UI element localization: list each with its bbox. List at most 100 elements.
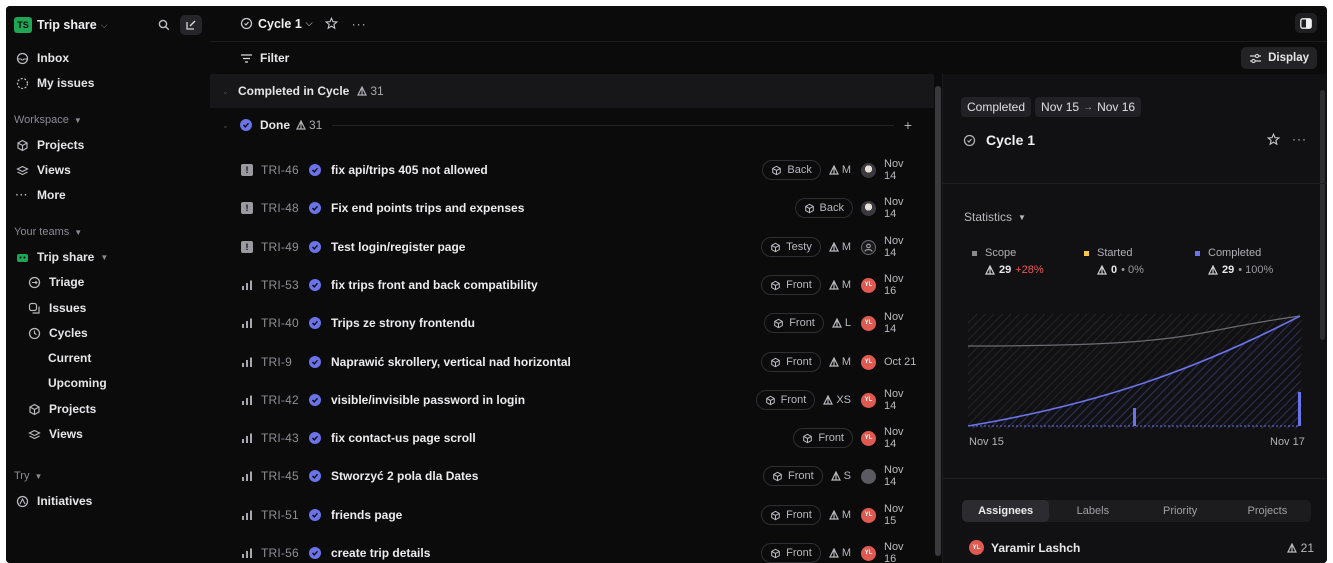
assignee-row[interactable]: YL Yaramir Lashch 21 bbox=[969, 540, 1314, 555]
sidebar-item-more[interactable]: ··· More bbox=[14, 185, 66, 205]
avatar[interactable]: YL bbox=[861, 430, 876, 446]
issue-title[interactable]: Trips ze strony frontendu bbox=[331, 316, 475, 330]
label-pill[interactable]: Front bbox=[762, 466, 823, 486]
sidebar-item-team[interactable]: Trip share ▼ bbox=[14, 247, 108, 267]
avatar[interactable]: YL bbox=[861, 315, 876, 331]
done-status-icon[interactable] bbox=[309, 432, 321, 444]
priority-bars-icon[interactable] bbox=[240, 316, 254, 330]
avatar[interactable]: YL bbox=[861, 507, 876, 523]
label-pill[interactable]: Front bbox=[755, 390, 816, 410]
priority-bars-icon[interactable] bbox=[240, 355, 254, 369]
done-status-icon[interactable] bbox=[309, 356, 321, 368]
avatar[interactable]: YL bbox=[861, 354, 876, 370]
issue-row[interactable]: TRI-43 fix contact-us page scroll Front YL N… bbox=[210, 419, 934, 457]
sidebar-item-inbox[interactable]: Inbox bbox=[14, 48, 69, 68]
issue-row[interactable]: TRI-45 Stworzyć 2 pola dla Dates Front S Nov… bbox=[210, 457, 934, 495]
new-issue-button[interactable] bbox=[180, 15, 202, 35]
star-icon[interactable] bbox=[324, 17, 338, 30]
urgent-priority-icon[interactable]: ! bbox=[240, 163, 254, 177]
done-status-icon[interactable] bbox=[309, 394, 321, 406]
collapse-icon[interactable]: ⌄ bbox=[222, 121, 229, 130]
status-chip[interactable]: Completed bbox=[961, 97, 1032, 117]
estimate[interactable]: M bbox=[828, 279, 851, 291]
sidebar-item-initiatives[interactable]: Initiatives bbox=[14, 491, 92, 511]
priority-bars-icon[interactable] bbox=[240, 393, 254, 407]
issue-title[interactable]: fix trips front and back compatibility bbox=[331, 278, 538, 292]
estimate[interactable]: M bbox=[828, 356, 851, 368]
issue-row[interactable]: ! TRI-49 Test login/register page Testy M Nov… bbox=[210, 228, 934, 266]
tab-priority[interactable]: Priority bbox=[1137, 500, 1224, 522]
avatar[interactable] bbox=[861, 200, 876, 216]
label-pill[interactable]: Front bbox=[761, 352, 821, 372]
priority-bars-icon[interactable] bbox=[240, 508, 254, 522]
sidebar-item-triage[interactable]: Triage bbox=[26, 272, 84, 292]
issue-title[interactable]: fix api/trips 405 not allowed bbox=[331, 163, 488, 177]
try-section-label[interactable]: Try ▼ bbox=[14, 468, 42, 484]
issue-title[interactable]: Test login/register page bbox=[331, 240, 465, 254]
issue-row[interactable]: ! TRI-46 fix api/trips 405 not allowed Back… bbox=[210, 151, 934, 189]
panel-scrollbar[interactable] bbox=[1320, 90, 1325, 340]
sidebar-item-current[interactable]: Current bbox=[48, 348, 91, 368]
status-header-done[interactable]: ⌄ Done 31 + bbox=[210, 108, 934, 142]
estimate[interactable]: L bbox=[831, 317, 851, 329]
label-pill[interactable]: Front bbox=[761, 275, 821, 295]
list-scrollbar[interactable] bbox=[934, 74, 942, 563]
tab-labels[interactable]: Labels bbox=[1049, 500, 1136, 522]
display-button[interactable]: Display bbox=[1241, 47, 1317, 69]
issue-row[interactable]: TRI-9 Naprawić skrollery, vertical nad ho… bbox=[210, 343, 934, 381]
issue-title[interactable]: create trip details bbox=[331, 546, 430, 560]
sidebar-item-issues[interactable]: Issues bbox=[26, 298, 86, 318]
issue-row[interactable]: TRI-42 visible/invisible password in logi… bbox=[210, 381, 934, 419]
sidebar-item-my-issues[interactable]: My issues bbox=[14, 73, 94, 93]
sidebar-item-team-projects[interactable]: Projects bbox=[26, 399, 96, 419]
done-status-icon[interactable] bbox=[309, 317, 321, 329]
workspace-switcher[interactable]: TS Trip share ⌵ bbox=[14, 14, 202, 36]
issue-row[interactable]: TRI-40 Trips ze strony frontendu Front L YL N… bbox=[210, 304, 934, 342]
done-status-icon[interactable] bbox=[309, 164, 321, 176]
estimate[interactable]: M bbox=[828, 241, 851, 253]
done-status-icon[interactable] bbox=[309, 241, 321, 253]
star-icon[interactable] bbox=[1267, 132, 1280, 146]
label-pill[interactable]: Back bbox=[794, 198, 853, 218]
issue-title[interactable]: visible/invisible password in login bbox=[331, 393, 525, 407]
collapse-icon[interactable]: ⌄ bbox=[222, 87, 229, 96]
teams-section-label[interactable]: Your teams ▼ bbox=[14, 224, 82, 240]
avatar[interactable]: YL bbox=[861, 545, 876, 561]
estimate[interactable]: S bbox=[830, 470, 851, 482]
label-pill[interactable]: Front bbox=[761, 505, 821, 525]
avatar[interactable] bbox=[861, 468, 876, 484]
done-status-icon[interactable] bbox=[309, 279, 321, 291]
search-icon[interactable] bbox=[158, 19, 170, 31]
avatar[interactable] bbox=[861, 162, 876, 178]
issue-title[interactable]: fix contact-us page scroll bbox=[331, 431, 476, 445]
done-status-icon[interactable] bbox=[309, 470, 321, 482]
issue-title[interactable]: Naprawić skrollery, vertical nad horizon… bbox=[331, 355, 571, 369]
filter-button[interactable]: Filter bbox=[240, 51, 289, 65]
label-pill[interactable]: Back bbox=[762, 160, 821, 180]
sidebar-item-views[interactable]: Views bbox=[14, 160, 71, 180]
label-pill[interactable]: Front bbox=[764, 313, 824, 333]
issue-row[interactable]: TRI-56 create trip details Front M YL Nov 16 bbox=[210, 534, 934, 563]
avatar[interactable]: YL bbox=[861, 392, 876, 408]
panel-toggle-button[interactable] bbox=[1295, 13, 1317, 33]
scrollbar-thumb[interactable] bbox=[935, 86, 941, 556]
estimate[interactable]: XS bbox=[823, 394, 851, 406]
label-pill[interactable]: Front bbox=[793, 428, 853, 448]
estimate[interactable]: M bbox=[828, 509, 851, 521]
issue-row[interactable]: ! TRI-48 Fix end points trips and expenses… bbox=[210, 189, 934, 227]
statistics-dropdown[interactable]: Statistics ▼ bbox=[964, 210, 1026, 224]
priority-bars-icon[interactable] bbox=[240, 469, 254, 483]
urgent-priority-icon[interactable]: ! bbox=[240, 240, 254, 254]
issue-row[interactable]: TRI-53 fix trips front and back compatibi… bbox=[210, 266, 934, 304]
add-issue-icon[interactable]: + bbox=[904, 117, 912, 133]
sidebar-item-cycles[interactable]: Cycles bbox=[26, 323, 88, 343]
sidebar-item-team-views[interactable]: Views bbox=[26, 424, 83, 444]
cycle-breadcrumb[interactable]: Cycle 1 ⌵ bbox=[240, 17, 313, 31]
tab-projects[interactable]: Projects bbox=[1224, 500, 1311, 522]
label-pill[interactable]: Testy bbox=[761, 237, 821, 257]
more-options-icon[interactable]: ··· bbox=[1292, 132, 1307, 146]
issue-title[interactable]: Fix end points trips and expenses bbox=[331, 201, 524, 215]
workspace-section-label[interactable]: Workspace ▼ bbox=[14, 112, 82, 128]
tab-assignees[interactable]: Assignees bbox=[962, 500, 1050, 522]
done-status-icon[interactable] bbox=[309, 509, 321, 521]
